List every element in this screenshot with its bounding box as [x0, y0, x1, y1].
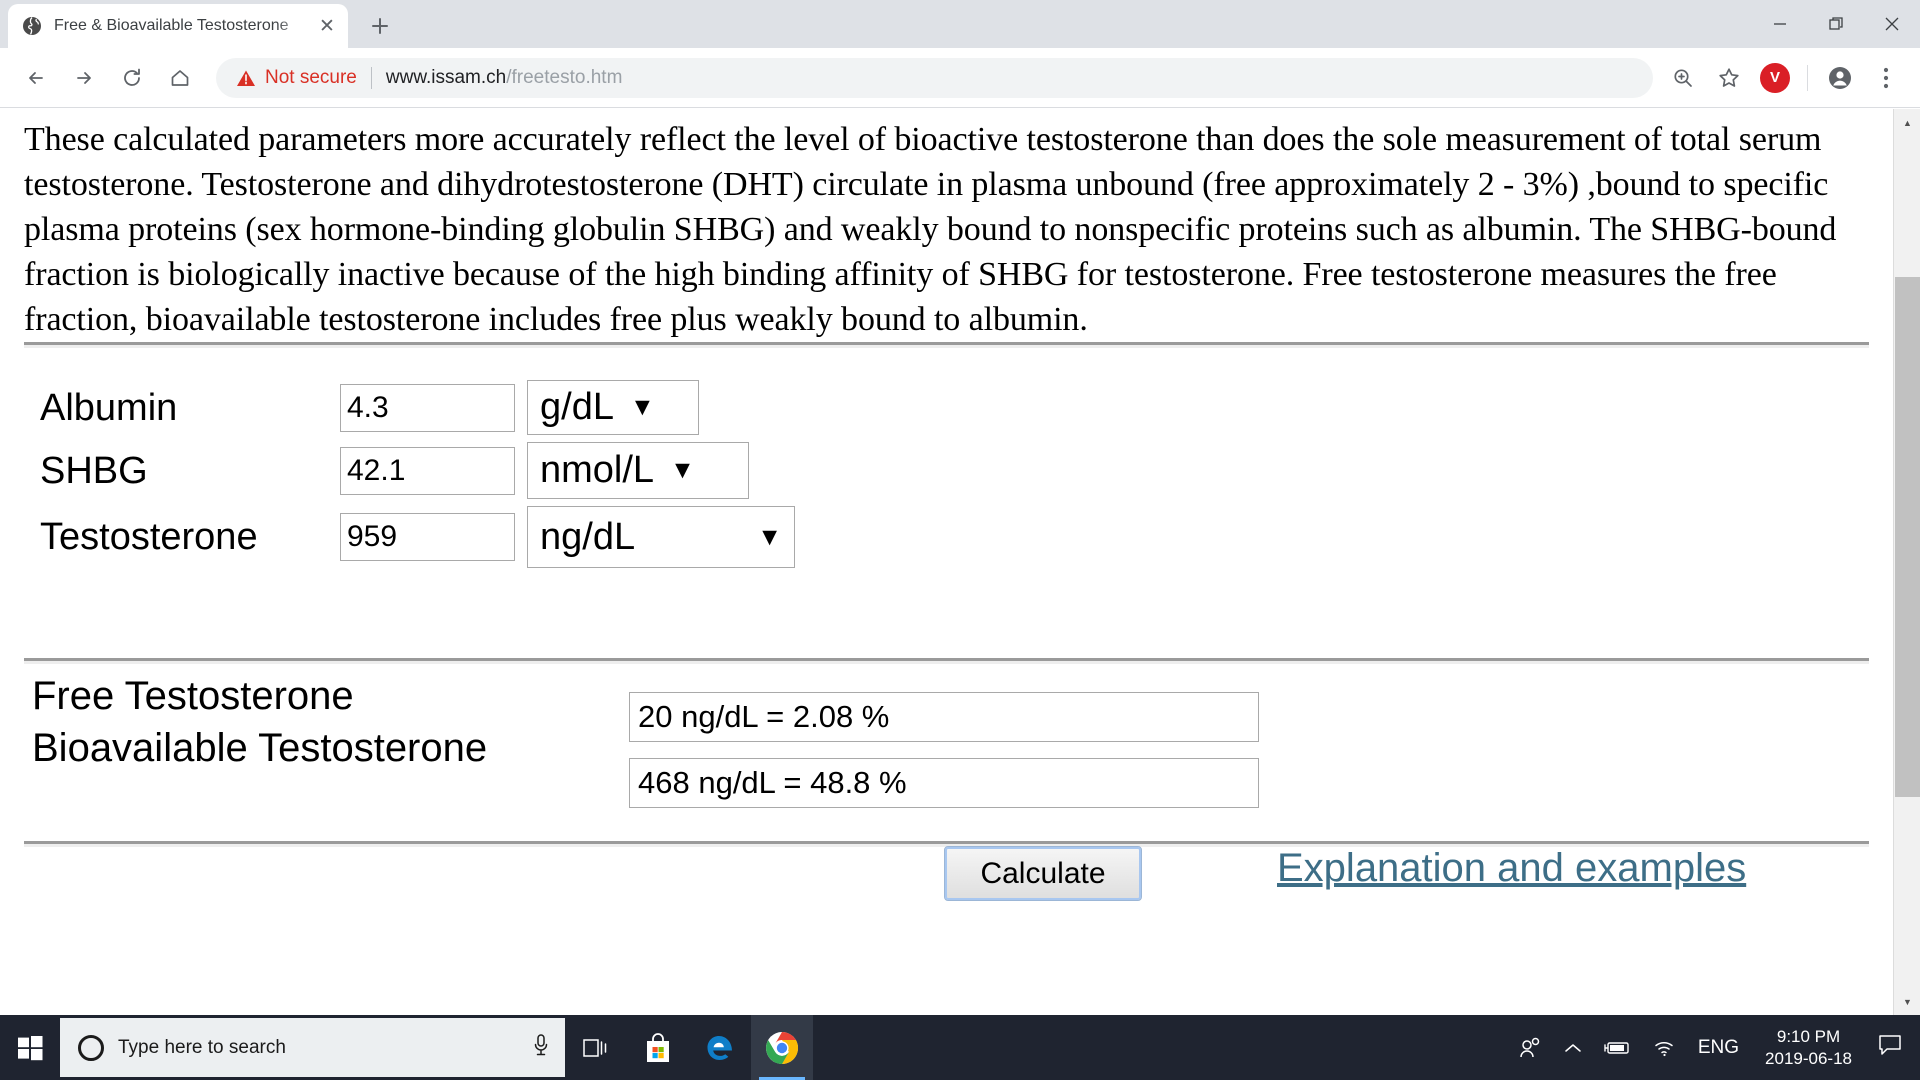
- chevron-up-icon[interactable]: [1554, 1015, 1592, 1080]
- extension-badge: V: [1760, 62, 1790, 93]
- chrome-browser-window: Free & Bioavailable Testosterone ✕ Not s…: [0, 0, 1920, 1015]
- url-text: www.issam.ch/freetesto.htm: [386, 67, 623, 89]
- albumin-unit-value: g/dL: [540, 386, 614, 428]
- minimize-icon[interactable]: [1752, 0, 1808, 48]
- cortana-icon: [78, 1034, 104, 1061]
- security-indicator[interactable]: Not secure: [236, 67, 357, 89]
- search-zoom-icon[interactable]: [1661, 56, 1705, 100]
- maximize-icon[interactable]: [1808, 0, 1864, 48]
- calculator-form: Albumin g/dL ▼ SHBG nmol/L: [24, 348, 1869, 901]
- free-testosterone-result: 20 ng/dL = 2.08 %: [629, 692, 1259, 742]
- url-host: www.issam.ch: [385, 66, 507, 88]
- system-tray: ENG 9:10 PM 2019-06-18: [1508, 1015, 1920, 1080]
- testosterone-input[interactable]: [340, 513, 515, 561]
- shbg-unit-value: nmol/L: [540, 449, 655, 491]
- close-icon[interactable]: ✕: [314, 13, 340, 39]
- browser-tab[interactable]: Free & Bioavailable Testosterone ✕: [8, 4, 348, 48]
- bioavailable-testosterone-label: Bioavailable Testosterone: [32, 726, 488, 770]
- address-bar[interactable]: Not secure www.issam.ch/freetesto.htm: [216, 57, 1653, 98]
- page-viewport: These calculated parameters more accurat…: [0, 109, 1920, 1015]
- microsoft-store-icon[interactable]: [627, 1015, 689, 1080]
- page-content: These calculated parameters more accurat…: [0, 109, 1893, 1015]
- task-view-icon[interactable]: [565, 1015, 627, 1080]
- scrollbar-thumb[interactable]: [1895, 277, 1920, 797]
- shbg-label: SHBG: [40, 449, 148, 492]
- chevron-down-icon: ▼: [757, 522, 782, 551]
- microphone-icon[interactable]: [531, 1033, 551, 1062]
- clock[interactable]: 9:10 PM 2019-06-18: [1751, 1026, 1866, 1070]
- testosterone-label: Testosterone: [40, 516, 258, 558]
- input-grid: Albumin g/dL ▼ SHBG nmol/L: [40, 380, 795, 575]
- chevron-down-icon: ▼: [629, 393, 655, 421]
- form-row-albumin: Albumin g/dL ▼: [40, 380, 795, 435]
- window-controls: [1752, 0, 1920, 48]
- scroll-up-icon[interactable]: ▲: [1894, 109, 1920, 136]
- shbg-input[interactable]: [340, 446, 515, 495]
- page-scrollbar[interactable]: ▲ ▼: [1893, 109, 1920, 1015]
- home-button[interactable]: [156, 54, 204, 102]
- wifi-icon[interactable]: [1642, 1015, 1686, 1080]
- albumin-label: Albumin: [40, 386, 178, 429]
- warning-triangle-icon: [237, 70, 255, 86]
- star-icon[interactable]: [1707, 56, 1751, 100]
- screen: Free & Bioavailable Testosterone ✕ Not s…: [0, 0, 1920, 1080]
- close-window-icon[interactable]: [1864, 0, 1920, 48]
- back-button[interactable]: [12, 54, 60, 102]
- form-row-testosterone: Testosterone ng/dL ▼: [40, 506, 795, 568]
- albumin-unit-select[interactable]: g/dL ▼: [527, 380, 699, 435]
- vpn-extension-icon[interactable]: V: [1753, 56, 1797, 100]
- battery-charging-icon[interactable]: [1592, 1015, 1642, 1080]
- tab-strip: Free & Bioavailable Testosterone ✕: [0, 0, 1920, 48]
- explanation-link[interactable]: Explanation and examples: [1277, 846, 1746, 891]
- people-icon[interactable]: [1508, 1015, 1554, 1080]
- calculate-button[interactable]: Calculate: [944, 846, 1142, 901]
- results-section: Free Testosterone Bioavailable Testoster…: [24, 676, 1869, 841]
- three-dot-menu-icon[interactable]: [1864, 56, 1908, 100]
- url-path: /freetesto.htm: [506, 66, 623, 88]
- chevron-down-icon: ▼: [670, 456, 695, 484]
- windows-taskbar: Type here to search ENG 9:10 PM 2019-06-…: [0, 1015, 1920, 1080]
- clock-date: 2019-06-18: [1765, 1048, 1852, 1068]
- globe-icon: [22, 16, 42, 36]
- omnibox-divider: [370, 66, 372, 89]
- security-label: Not secure: [265, 66, 357, 88]
- testosterone-unit-value: ng/dL: [540, 515, 636, 558]
- search-placeholder: Type here to search: [118, 1036, 286, 1058]
- browser-toolbar: Not secure www.issam.ch/freetesto.htm V: [0, 48, 1920, 108]
- notification-bubble-icon[interactable]: [1866, 1034, 1920, 1061]
- shbg-unit-select[interactable]: nmol/L ▼: [527, 442, 749, 499]
- edge-browser-icon[interactable]: [689, 1015, 751, 1080]
- testosterone-unit-select[interactable]: ng/dL ▼: [527, 506, 795, 568]
- chrome-browser-icon[interactable]: [751, 1015, 813, 1080]
- free-testosterone-label: Free Testosterone: [32, 674, 354, 718]
- divider-2: [24, 658, 1869, 664]
- form-row-shbg: SHBG nmol/L ▼: [40, 442, 795, 499]
- language-indicator[interactable]: ENG: [1686, 1037, 1751, 1059]
- toolbar-divider: [1807, 64, 1808, 91]
- clock-time: 9:10 PM: [1776, 1026, 1841, 1046]
- intro-paragraph: These calculated parameters more accurat…: [24, 121, 1837, 338]
- forward-button[interactable]: [60, 54, 108, 102]
- albumin-input[interactable]: [340, 383, 515, 432]
- scroll-down-icon[interactable]: ▼: [1894, 988, 1920, 1015]
- bioavailable-testosterone-result: 468 ng/dL = 48.8 %: [629, 758, 1259, 808]
- windows-start-icon[interactable]: [0, 1015, 60, 1080]
- search-input[interactable]: Type here to search: [60, 1018, 565, 1077]
- tab-title: Free & Bioavailable Testosterone: [54, 17, 289, 34]
- profile-avatar-icon[interactable]: [1818, 56, 1862, 100]
- toolbar-icons: V: [1661, 56, 1908, 100]
- reload-button[interactable]: [108, 54, 156, 102]
- new-tab-button[interactable]: [362, 8, 398, 44]
